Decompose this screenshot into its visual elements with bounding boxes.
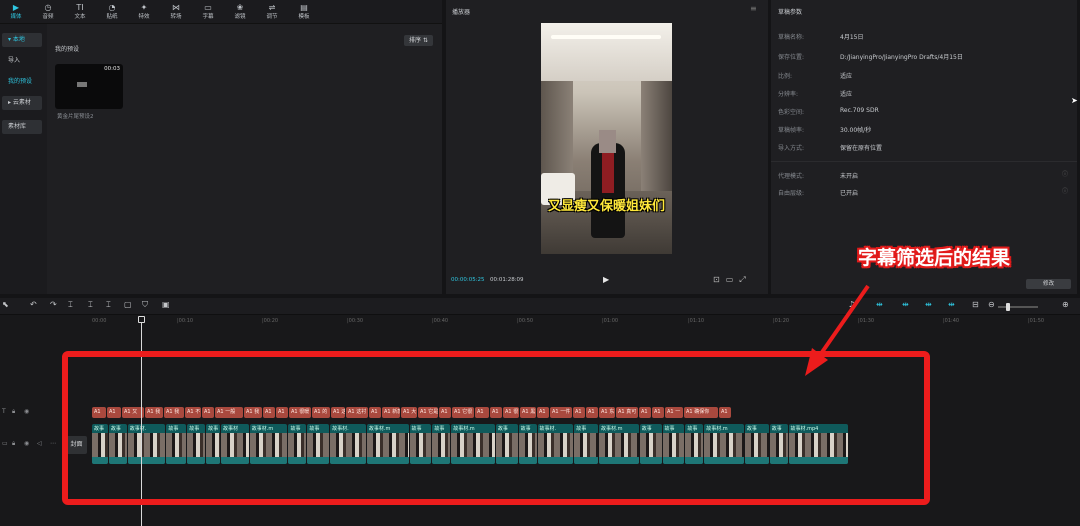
annotation-label: 字幕筛选后的结果 (858, 247, 1011, 269)
